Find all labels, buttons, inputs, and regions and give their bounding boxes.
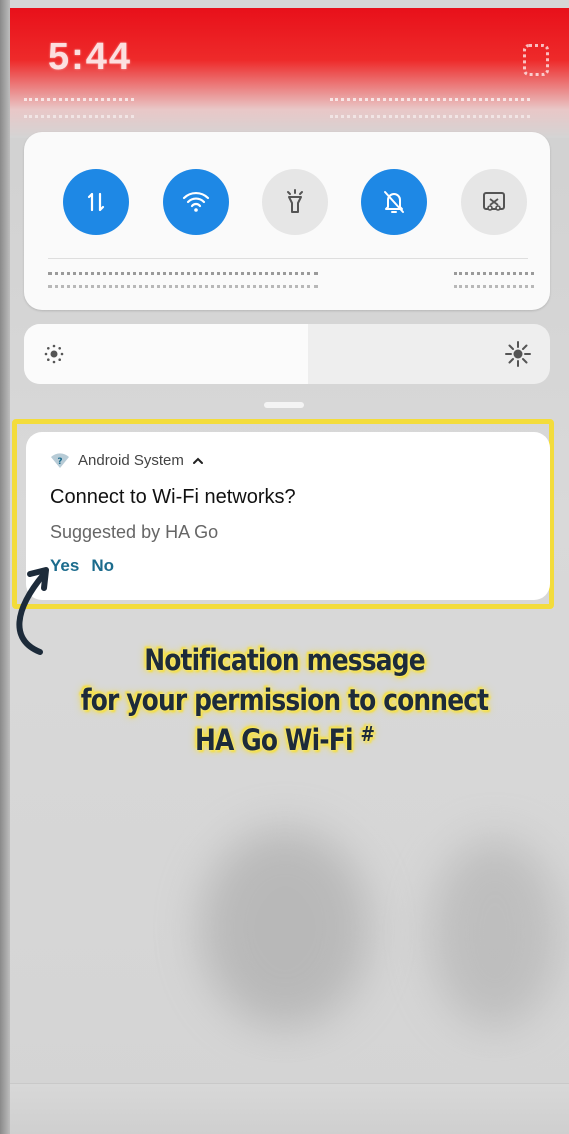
screen-capture-tile[interactable] — [461, 169, 527, 235]
quick-settings-text-blurred — [454, 272, 534, 288]
mute-icon — [384, 191, 404, 213]
brightness-slider[interactable] — [24, 324, 550, 384]
mobile-data-tile[interactable] — [63, 169, 129, 235]
status-bar: 5:44 — [10, 8, 569, 138]
battery-icon — [523, 44, 549, 76]
status-time: 5:44 — [48, 36, 133, 78]
notification-header: ? Android System — [50, 452, 204, 469]
brightness-fill — [24, 324, 309, 384]
no-button[interactable]: No — [91, 556, 114, 576]
brightness-high-icon — [505, 341, 531, 367]
screen-capture-icon — [483, 192, 505, 211]
annotation-line-1: Notification message — [144, 643, 425, 677]
chevron-up-icon[interactable] — [192, 456, 204, 466]
status-text-blurred — [24, 98, 134, 118]
quick-settings-panel — [24, 132, 550, 310]
annotation-footnote-mark: # — [360, 722, 375, 746]
notification-app-name: Android System — [78, 452, 184, 469]
notification-subtitle: Suggested by HA Go — [50, 522, 219, 542]
annotation-caption: Notification message for your permission… — [40, 640, 529, 760]
mobile-data-icon — [87, 192, 105, 212]
flashlight-icon — [287, 189, 303, 213]
background-blur — [430, 838, 560, 1028]
background-blur — [200, 828, 370, 1028]
flashlight-tile[interactable] — [262, 169, 328, 235]
brightness-low-icon — [44, 344, 64, 364]
mute-tile[interactable] — [361, 169, 427, 235]
notification-title: Connect to Wi-Fi networks? — [50, 486, 296, 508]
wifi-question-icon: ? — [51, 452, 69, 468]
wifi-icon — [182, 191, 210, 212]
annotation-line-3-text: HA Go Wi-Fi — [194, 723, 354, 757]
navigation-bar — [10, 1083, 569, 1134]
drag-handle[interactable] — [264, 402, 304, 408]
wifi-notification[interactable]: ? Android System Connect to Wi-Fi networ… — [26, 432, 550, 600]
svg-text:?: ? — [57, 457, 62, 467]
quick-settings-text-blurred — [48, 272, 318, 288]
divider — [48, 258, 528, 259]
wifi-tile[interactable] — [163, 169, 229, 235]
annotation-line-2: for your permission to connect — [80, 683, 489, 717]
status-text-blurred — [330, 98, 530, 118]
annotation-line-3: HA Go Wi-Fi # — [40, 720, 529, 760]
